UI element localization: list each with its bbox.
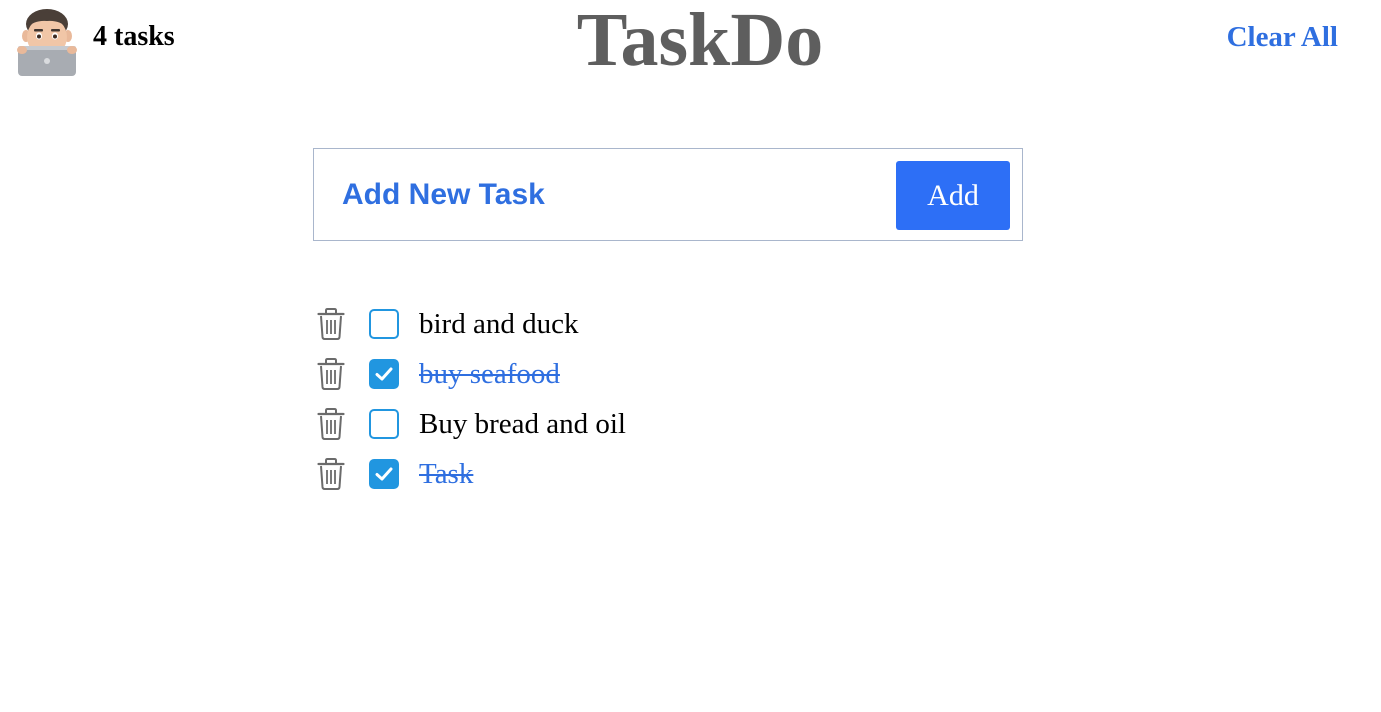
taskdo-app: 4 tasks TaskDo Clear All Add bird and du… bbox=[0, 0, 1381, 712]
task-checkbox[interactable] bbox=[369, 459, 399, 489]
task-label: buy seafood bbox=[419, 358, 560, 390]
task-item: Buy bread and oil bbox=[313, 399, 1013, 449]
task-label: Task bbox=[419, 458, 474, 490]
app-title: TaskDo bbox=[576, 0, 824, 82]
task-label: Buy bread and oil bbox=[419, 408, 626, 440]
trash-icon[interactable] bbox=[317, 358, 345, 390]
add-button[interactable]: Add bbox=[896, 161, 1010, 230]
task-item: Task bbox=[313, 449, 1013, 499]
task-checkbox[interactable] bbox=[369, 359, 399, 389]
checkmark-icon bbox=[375, 467, 393, 481]
add-task-form: Add bbox=[313, 148, 1023, 241]
task-checkbox[interactable] bbox=[369, 409, 399, 439]
task-checkbox[interactable] bbox=[369, 309, 399, 339]
checkmark-icon bbox=[375, 367, 393, 381]
task-item: buy seafood bbox=[313, 349, 1013, 399]
task-list: bird and duck buy seafood Buy bread and … bbox=[313, 299, 1013, 499]
task-item: bird and duck bbox=[313, 299, 1013, 349]
trash-icon[interactable] bbox=[317, 458, 345, 490]
task-count: 4 tasks bbox=[93, 21, 175, 52]
task-label: bird and duck bbox=[419, 308, 579, 340]
avatar bbox=[17, 9, 77, 76]
trash-icon[interactable] bbox=[317, 308, 345, 340]
trash-icon[interactable] bbox=[317, 408, 345, 440]
clear-all-button[interactable]: Clear All bbox=[1227, 19, 1338, 55]
new-task-input[interactable] bbox=[340, 167, 882, 223]
